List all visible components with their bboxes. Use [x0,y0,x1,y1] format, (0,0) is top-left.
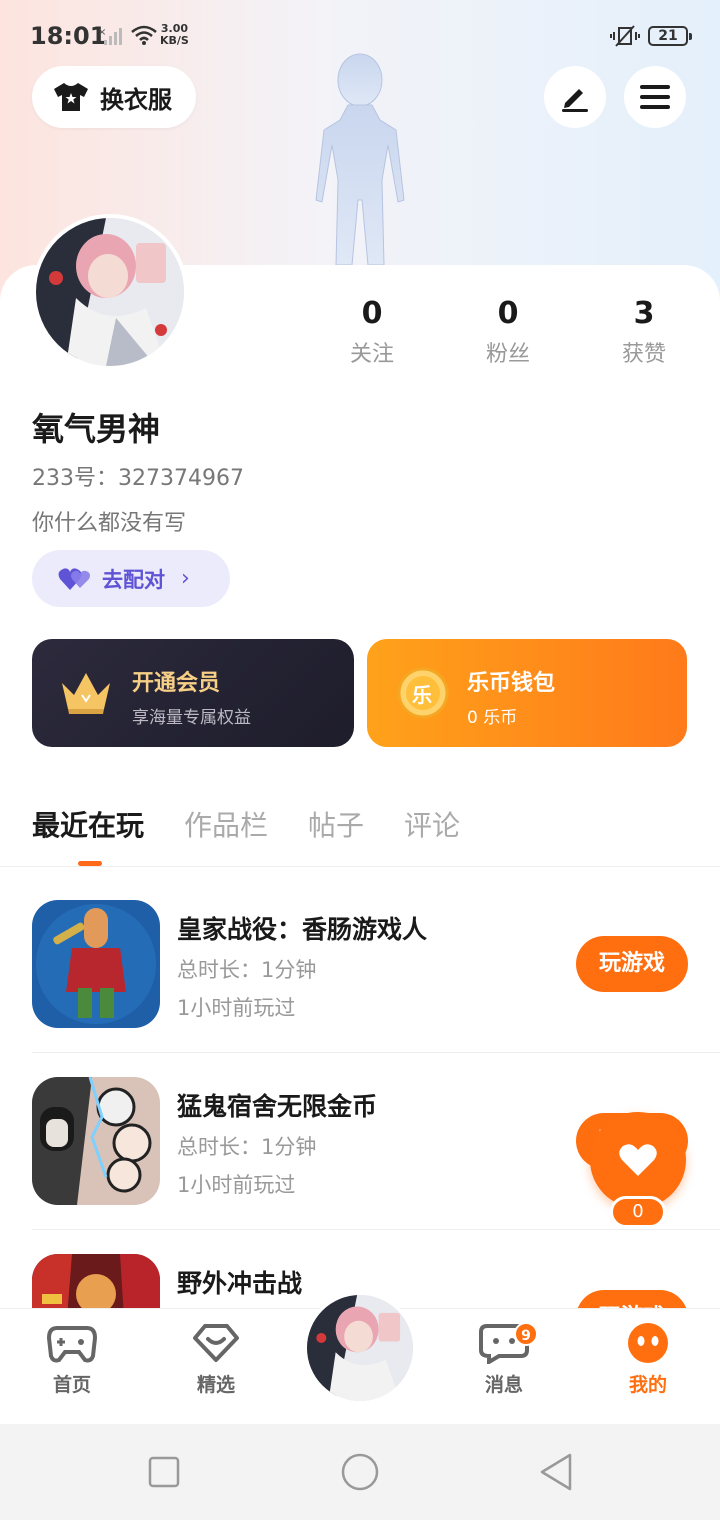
edit-profile-button[interactable] [544,66,606,128]
stat-likes-value: 3 [633,296,655,331]
game-last-played: 1小时前玩过 [177,1173,296,1197]
system-nav-bar [0,1424,720,1520]
change-outfit-button[interactable]: 换衣服 [32,66,196,128]
menu-button[interactable] [624,66,686,128]
back-triangle-icon[interactable] [538,1452,574,1492]
nav-avatar-button[interactable] [304,1292,416,1404]
nav-featured-label: 精选 [196,1374,235,1396]
game-row[interactable]: 皇家战役：香肠游戏人 总时长：1分钟 1小时前玩过 玩游戏 [32,900,720,1076]
chevron-right-icon: › [181,566,190,591]
game-icon-field-assault [32,1254,160,1308]
hearts-icon [58,567,90,590]
avatar-image [36,218,184,366]
play-game-button[interactable]: 玩游戏 [576,1290,688,1308]
wallet-balance: 0 乐币 [467,708,518,728]
username: 氧气男神 [32,410,161,448]
stat-following-label: 关注 [349,342,394,367]
game-duration: 总时长：1分钟 [177,958,317,982]
menu-icon [640,85,670,109]
vibrate-icon [610,25,640,47]
game-icon-ghost-dorm [32,1077,160,1205]
game-title: 皇家战役：香肠游戏人 [177,915,428,944]
tab-works[interactable]: 作品栏 [184,804,268,844]
pen-icon [562,89,588,112]
wifi-icon [131,25,157,45]
row-divider [32,1229,720,1230]
user-bio[interactable]: 你什么都没有写 [32,505,186,537]
nav-mine-label: 我的 [628,1374,667,1396]
profile-tabs: 最近在玩 作品栏 帖子 评论 [32,804,460,844]
play-game-button[interactable]: 玩游戏 [576,936,688,992]
messages-badge: 9 [514,1322,538,1346]
tshirt-icon [54,83,88,111]
coin-glyph: 乐 [412,683,432,707]
smiley-icon [628,1323,668,1363]
stat-likes[interactable]: 3 获赞 [594,296,694,368]
stat-followers-value: 0 [497,296,519,331]
speed-unit: KB/S [160,34,189,47]
3d-avatar-figure[interactable] [300,50,420,270]
game-title: 野外冲击战 [177,1269,303,1298]
nav-home-label: 首页 [52,1374,91,1396]
match-label: 去配对 [102,567,165,592]
nav-mine[interactable]: 我的 [598,1322,698,1397]
stat-following-value: 0 [361,296,383,331]
nav-home[interactable]: 首页 [22,1322,122,1397]
avatar-image [307,1295,413,1401]
match-button[interactable]: 去配对 › [32,550,230,607]
game-title: 猛鬼宿舍无限金币 [177,1092,378,1121]
nav-messages-label: 消息 [484,1374,523,1396]
stat-followers[interactable]: 0 粉丝 [458,296,558,368]
svg-text:×: × [98,27,106,38]
tab-posts[interactable]: 帖子 [308,804,364,844]
tab-comments[interactable]: 评论 [404,804,460,844]
tabs-divider [0,866,720,867]
heart-badge-icon [193,1324,239,1362]
stat-following[interactable]: 0 关注 [322,296,422,368]
game-duration: 总时长：1分钟 [177,1135,317,1159]
coin-wallet-card[interactable]: 乐 乐币钱包 0 乐币 [367,639,687,747]
vip-subtitle: 享海量专属权益 [132,708,251,728]
tab-recently-played[interactable]: 最近在玩 [32,804,144,844]
gamepad-icon [46,1326,98,1363]
change-outfit-label: 换衣服 [100,85,172,114]
recent-apps-icon[interactable] [148,1456,180,1488]
heart-icon [619,1144,657,1176]
user-id[interactable]: 233号：327374967 [32,460,244,492]
status-bar: 18:01 × 3.00 KB/S 21 [0,0,720,72]
home-circle-icon[interactable] [340,1452,380,1492]
like-count: 0 [610,1196,666,1228]
nav-featured[interactable]: 精选 [166,1322,266,1397]
game-icon-sausage [32,900,160,1028]
vip-title: 开通会员 [132,671,221,696]
signal-icon: × [98,27,122,45]
network-speed: 3.00 KB/S [160,23,189,47]
battery-indicator: 21 [648,26,692,46]
wallet-title: 乐币钱包 [467,671,556,696]
stat-followers-label: 粉丝 [485,342,530,367]
vip-membership-card[interactable]: 开通会员 享海量专属权益 [32,639,354,747]
row-divider [32,1052,720,1053]
profile-avatar[interactable] [32,214,188,370]
like-float-button[interactable] [590,1112,686,1208]
game-last-played: 1小时前玩过 [177,996,296,1020]
stat-likes-label: 获赞 [621,342,666,367]
crown-icon [62,673,110,714]
status-time: 18:01 [30,22,107,50]
nav-messages[interactable]: 消息 [454,1322,554,1397]
